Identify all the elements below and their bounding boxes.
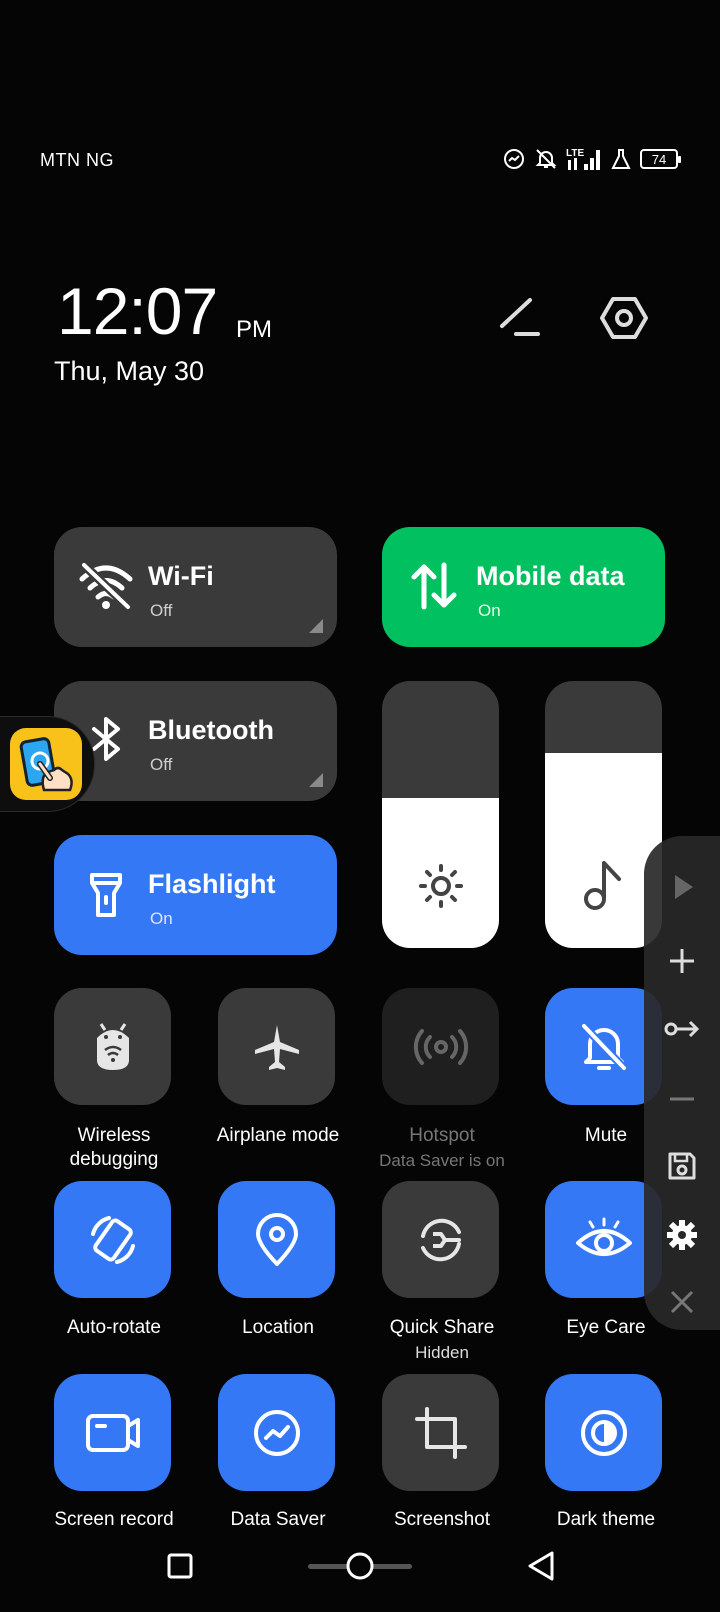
hotspot-tile	[382, 988, 499, 1105]
screen-record-icon	[85, 1413, 140, 1452]
flashlight-label: Flashlight	[148, 869, 276, 899]
close-icon[interactable]	[644, 1288, 720, 1316]
gear-icon[interactable]	[644, 1218, 720, 1252]
location-pin-icon	[255, 1212, 298, 1266]
lab-flask-icon	[611, 149, 631, 169]
recents-button[interactable]	[166, 1552, 194, 1580]
auto-rotate-icon	[90, 1215, 135, 1264]
bluetooth-status: Off	[150, 755, 173, 774]
quick-share-icon	[420, 1218, 461, 1261]
wifi-tile[interactable]: Wi-Fi Off	[54, 527, 337, 647]
expand-corner-icon	[309, 773, 323, 787]
date-text[interactable]: Thu, May 30	[54, 356, 204, 387]
auto-rotate-tile[interactable]	[54, 1181, 171, 1298]
auto-rotate-caption: Auto-rotate	[67, 1317, 161, 1338]
brightness-icon	[419, 864, 463, 908]
notifications-off-icon	[535, 149, 557, 169]
data-saver-caption: Data Saver	[230, 1509, 326, 1530]
quick-share-caption: Quick Share	[389, 1317, 495, 1338]
flashlight-tile[interactable]: Flashlight On	[54, 835, 337, 955]
music-note-icon	[584, 861, 621, 910]
wifi-off-icon	[79, 561, 133, 611]
dark-theme-icon	[580, 1409, 627, 1456]
wifi-status: Off	[150, 601, 173, 620]
location-tile[interactable]	[218, 1181, 335, 1298]
bluetooth-tile[interactable]: Bluetooth Off	[54, 681, 337, 801]
airplane-icon	[254, 1024, 299, 1070]
clock-time[interactable]: 12:07	[57, 278, 218, 344]
edit-icon[interactable]	[498, 296, 544, 340]
home-button[interactable]	[344, 1550, 376, 1582]
airplane-mode-tile[interactable]	[218, 988, 335, 1105]
flashlight-status: On	[150, 909, 173, 928]
airplane-mode-caption: Airplane mode	[216, 1125, 340, 1146]
quick-share-subcaption: Hidden	[415, 1343, 469, 1362]
dark-theme-caption: Dark theme	[556, 1509, 656, 1530]
hotspot-subcaption: Data Saver is on	[379, 1151, 505, 1170]
data-saver-tile[interactable]	[218, 1374, 335, 1491]
mobile-data-label: Mobile data	[476, 561, 625, 591]
wireless-debugging-tile[interactable]	[54, 988, 171, 1105]
floating-app-bubble[interactable]	[0, 716, 95, 812]
navigation-bar	[0, 1540, 720, 1600]
bluetooth-label: Bluetooth	[148, 715, 274, 745]
data-saver-icon	[253, 1409, 300, 1456]
auto-clicker-app-icon	[10, 728, 82, 800]
flashlight-icon	[90, 873, 122, 917]
wifi-label: Wi-Fi	[148, 561, 214, 591]
screenshot-caption: Screenshot	[393, 1509, 491, 1530]
add-icon[interactable]	[644, 946, 720, 976]
screenshot-tile[interactable]	[382, 1374, 499, 1491]
clock-ampm: PM	[236, 316, 272, 343]
mobile-data-status: On	[478, 601, 501, 620]
lte-signal-icon: LTE	[566, 148, 600, 170]
brightness-slider[interactable]	[382, 681, 499, 948]
screen-record-tile[interactable]	[54, 1374, 171, 1491]
carrier-name: MTN NG	[40, 150, 114, 170]
expand-corner-icon	[309, 619, 323, 633]
minus-icon[interactable]	[644, 1084, 720, 1114]
floating-toolbar	[644, 836, 720, 1330]
hotspot-icon	[413, 1028, 468, 1065]
mobile-data-tile[interactable]: Mobile data On	[382, 527, 665, 647]
status-icons: LTE 74	[502, 145, 681, 173]
play-icon[interactable]	[644, 872, 720, 902]
eye-icon	[575, 1217, 632, 1256]
screen-record-caption: Screen record	[54, 1509, 174, 1530]
android-debug-icon	[96, 1022, 129, 1070]
dark-theme-tile[interactable]	[545, 1374, 662, 1491]
data-saver-icon	[504, 149, 524, 169]
mute-bell-icon	[580, 1022, 627, 1071]
swap-icon[interactable]	[644, 1014, 720, 1044]
wireless-debugging-caption: Wireless debugging	[69, 1125, 159, 1170]
back-button[interactable]	[526, 1550, 556, 1582]
hotspot-caption: Hotspot	[409, 1125, 475, 1146]
battery-icon: 74	[640, 149, 681, 169]
crop-icon	[414, 1406, 467, 1459]
quick-share-tile[interactable]	[382, 1181, 499, 1298]
settings-icon[interactable]	[600, 296, 648, 340]
location-caption: Location	[242, 1317, 314, 1338]
mobile-data-icon	[411, 562, 457, 610]
svg-text:LTE: LTE	[566, 148, 584, 159]
save-icon[interactable]	[644, 1150, 720, 1182]
